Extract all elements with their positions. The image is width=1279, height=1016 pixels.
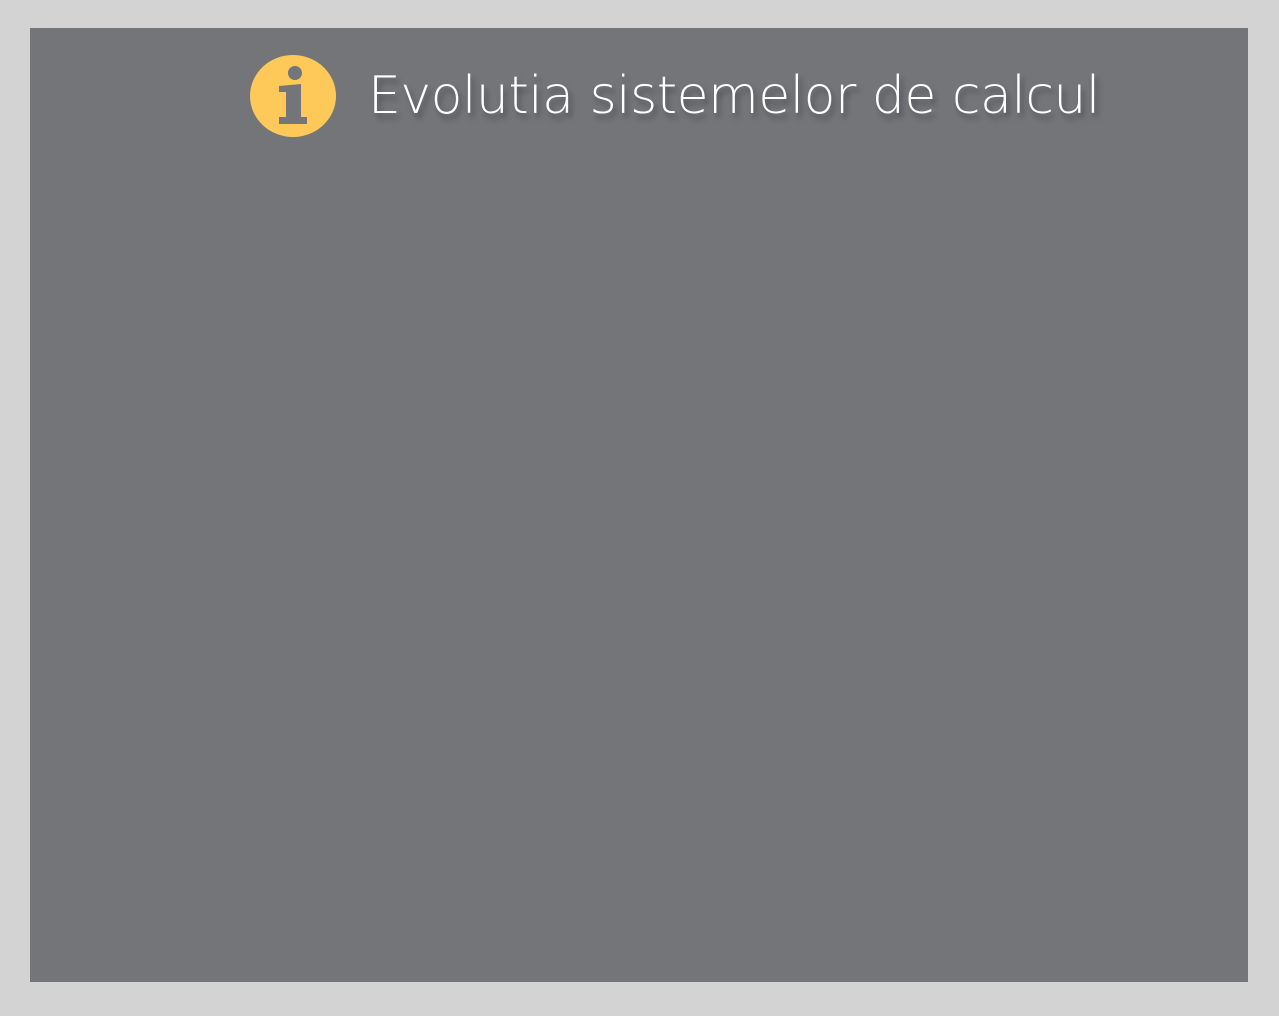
info-glyph <box>279 66 307 124</box>
slide-canvas: Evolutia sistemelor de calcul <box>30 28 1248 982</box>
slide-title: Evolutia sistemelor de calcul <box>368 66 1100 126</box>
slide-header: Evolutia sistemelor de calcul <box>250 54 1100 138</box>
info-icon <box>250 55 336 137</box>
